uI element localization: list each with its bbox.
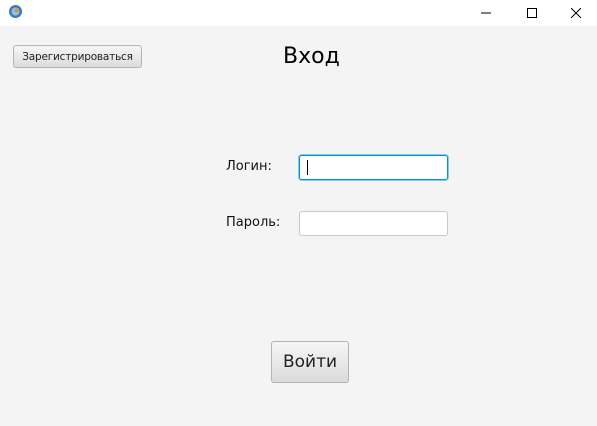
close-button[interactable] bbox=[553, 0, 597, 26]
close-icon bbox=[571, 8, 581, 18]
password-label: Пароль: bbox=[226, 215, 281, 230]
text-caret bbox=[307, 160, 308, 175]
maximize-icon bbox=[527, 8, 537, 18]
register-button[interactable]: Зарегистрироваться bbox=[13, 45, 142, 68]
page-title: Вход bbox=[283, 44, 340, 69]
login-panel: Зарегистрироваться Вход Логин: Пароль: В… bbox=[0, 26, 597, 426]
maximize-button[interactable] bbox=[509, 0, 555, 26]
minimize-icon bbox=[481, 12, 491, 14]
login-button[interactable]: Войти bbox=[271, 341, 349, 383]
login-input[interactable] bbox=[299, 155, 448, 180]
password-input[interactable] bbox=[299, 211, 448, 236]
app-icon bbox=[8, 4, 23, 19]
minimize-button[interactable] bbox=[463, 0, 509, 26]
login-label: Логин: bbox=[226, 159, 272, 174]
window-titlebar bbox=[0, 0, 597, 26]
